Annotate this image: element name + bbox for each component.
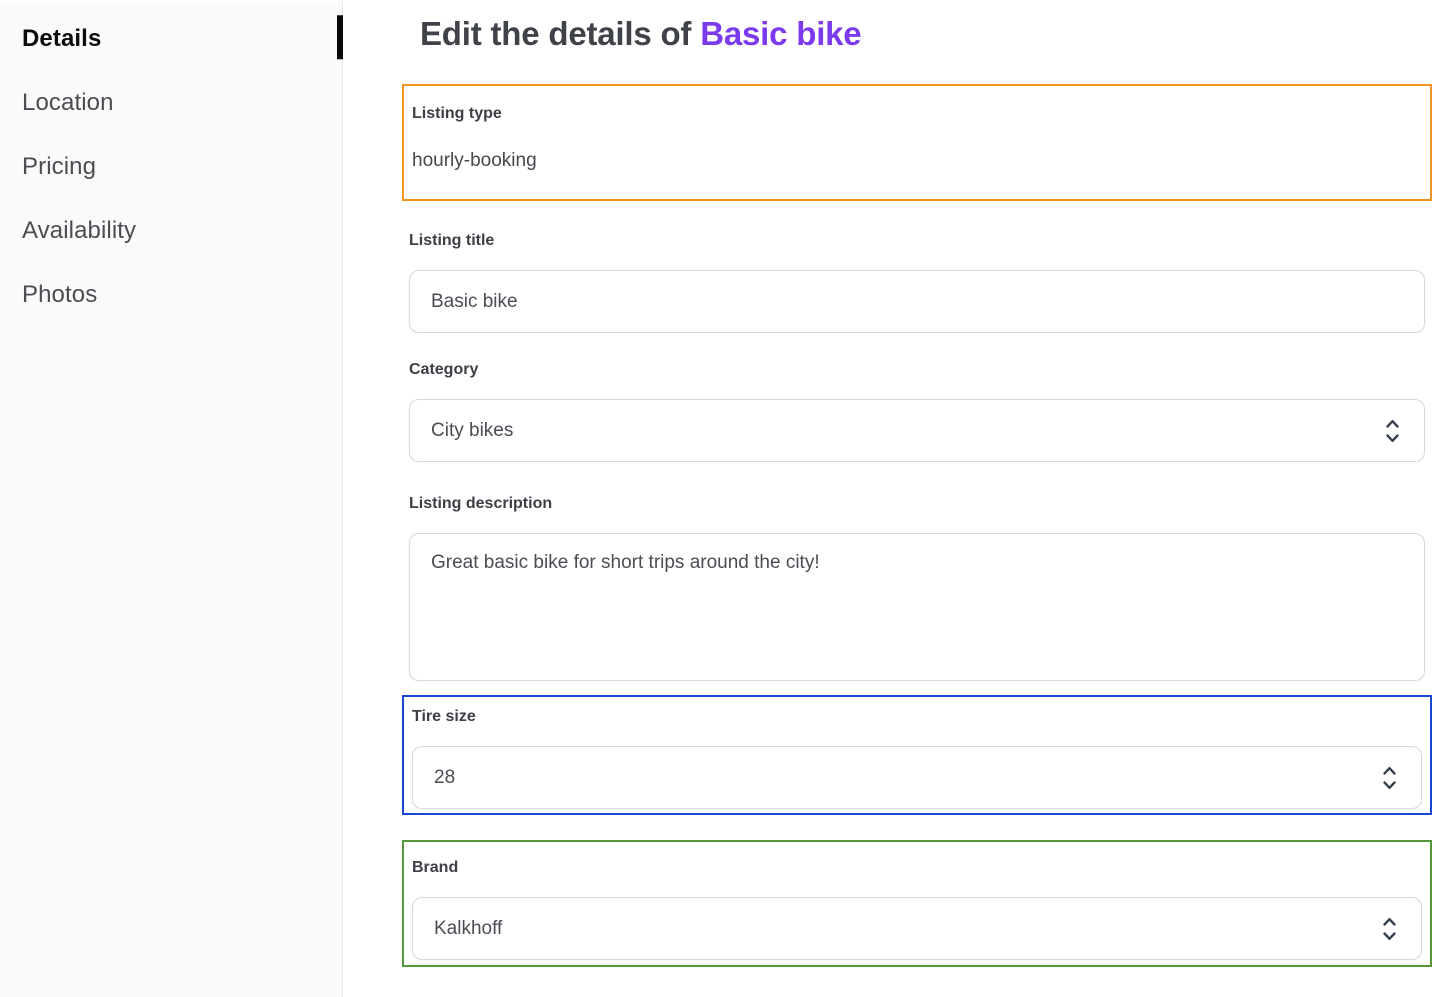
listing-description-label: Listing description <box>409 494 1425 513</box>
category-selected-value: City bikes <box>431 420 513 442</box>
tire-size-field-group: Tire size 28 <box>402 695 1432 815</box>
active-indicator-bar <box>337 15 343 59</box>
up-down-chevron-icon <box>1384 416 1401 446</box>
up-down-chevron-icon <box>1381 763 1398 793</box>
listing-title-label: Listing title <box>409 231 1425 250</box>
listing-type-field-group: Listing type hourly-booking <box>402 84 1432 201</box>
category-field-group: Category City bikes <box>402 360 1432 462</box>
up-down-chevron-icon <box>1381 914 1398 944</box>
sidebar-item-pricing[interactable]: Pricing <box>0 135 342 199</box>
tire-size-selected-value: 28 <box>434 767 455 789</box>
sidebar-item-details[interactable]: Details <box>0 7 342 71</box>
sidebar: Details Location Pricing Availability Ph… <box>0 0 343 997</box>
brand-label: Brand <box>412 858 1422 877</box>
listing-type-label: Listing type <box>412 104 1422 123</box>
brand-field-group: Brand Kalkhoff <box>402 840 1432 967</box>
page-title-prefix: Edit the details of <box>420 15 700 52</box>
sidebar-item-label: Pricing <box>22 153 96 181</box>
listing-edit-form: Listing type hourly-booking Listing titl… <box>402 84 1432 967</box>
tire-size-select[interactable]: 28 <box>412 746 1422 809</box>
tire-size-label: Tire size <box>412 707 1422 726</box>
sidebar-item-label: Details <box>22 25 101 53</box>
listing-description-textarea[interactable]: Great basic bike for short trips around … <box>409 533 1425 681</box>
listing-title-field-group: Listing title <box>402 231 1432 333</box>
page-title: Edit the details of Basic bike <box>420 14 1434 54</box>
sidebar-item-label: Availability <box>22 217 136 245</box>
category-select[interactable]: City bikes <box>409 399 1425 462</box>
sidebar-item-label: Location <box>22 89 114 117</box>
app-window: Details Location Pricing Availability Ph… <box>0 0 1456 997</box>
listing-description-field-group: Listing description Great basic bike for… <box>402 494 1432 681</box>
sidebar-item-photos[interactable]: Photos <box>0 263 342 327</box>
brand-selected-value: Kalkhoff <box>434 918 502 940</box>
brand-select[interactable]: Kalkhoff <box>412 897 1422 960</box>
main-content: Edit the details of Basic bike Listing t… <box>343 0 1456 997</box>
category-label: Category <box>409 360 1425 379</box>
sidebar-item-availability[interactable]: Availability <box>0 199 342 263</box>
page-title-listing-name: Basic bike <box>700 15 861 52</box>
sidebar-item-location[interactable]: Location <box>0 71 342 135</box>
listing-title-input[interactable] <box>409 270 1425 333</box>
sidebar-item-label: Photos <box>22 281 97 309</box>
listing-type-value: hourly-booking <box>412 149 1422 172</box>
